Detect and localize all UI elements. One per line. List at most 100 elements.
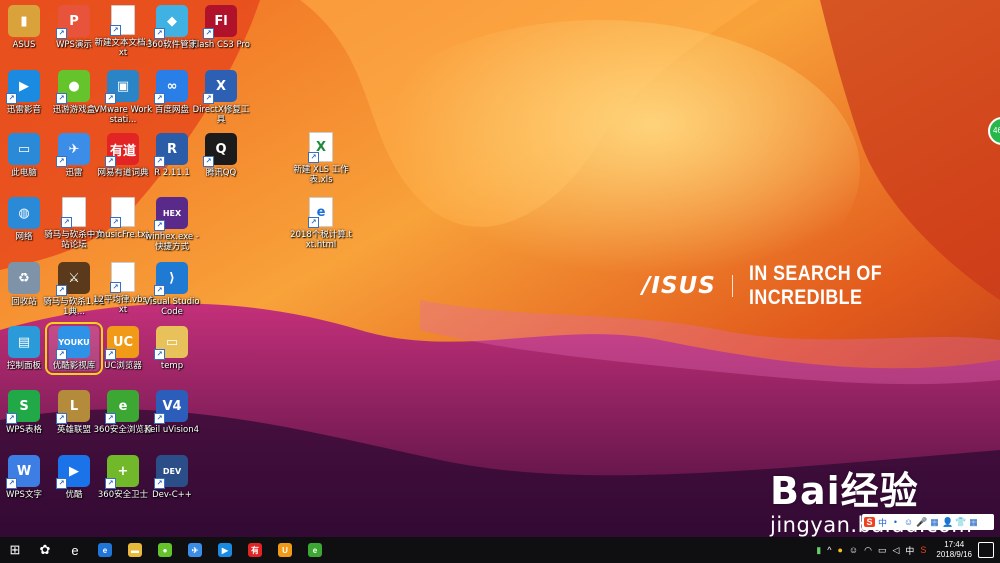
start-icon: ⊞	[9, 542, 21, 557]
xunlei-player-taskbar[interactable]: ▶	[210, 537, 240, 563]
desktop-icon[interactable]: ▤ 控制面板	[0, 326, 49, 371]
desktop-icon[interactable]: V4 ↗ Keil uVision4	[145, 390, 199, 435]
icon-glyph: ⟩	[169, 270, 175, 286]
app-icon: S ↗	[6, 390, 40, 424]
ime-indicator[interactable]: 中	[905, 544, 914, 557]
desktop-icon-label: DirectX修复工具	[192, 105, 250, 125]
ime-toolbar-icon[interactable]: 👕	[955, 517, 966, 528]
tray-app-icon[interactable]: ●	[837, 545, 842, 555]
icon-glyph: YOUKU	[58, 337, 90, 347]
app-icon: ▤	[8, 326, 40, 358]
icon-glyph: L	[69, 398, 79, 414]
icon-glyph: ◍	[18, 205, 30, 221]
edge-taskbar[interactable]: e	[90, 537, 120, 563]
ime-toolbar-icon[interactable]: ▦	[929, 517, 940, 528]
desktop-icon[interactable]: DEV ↗ Dev-C++	[147, 455, 197, 500]
icon-glyph: ▤	[17, 334, 31, 350]
taskbar-clock[interactable]: 17:44 2018/9/16	[936, 540, 972, 560]
system-tray: ▮ ^ ● ☺ ◠ ▭ ◁ 中 S 17:44 2018/9/16	[816, 537, 972, 563]
desktop-icon[interactable]: ↗ 骑马与砍杀中文站论坛	[44, 197, 104, 250]
icon-glyph: ▭	[165, 334, 179, 350]
ime-toolbar-icon[interactable]: 👤	[942, 517, 953, 528]
brand-divider	[731, 275, 733, 297]
app-icon: L ↗	[56, 390, 90, 424]
fan-app[interactable]: ✿	[30, 537, 60, 563]
desktop-icon-label: Flash CS3 Pro	[192, 40, 250, 50]
start-button[interactable]: ⊞	[0, 537, 30, 563]
action-center-icon[interactable]	[978, 542, 994, 558]
icon-glyph: ●	[68, 78, 80, 94]
shortcut-arrow-icon: ↗	[6, 478, 17, 489]
app-icon: ▭	[8, 133, 40, 165]
volume-icon[interactable]: ◁	[892, 545, 899, 556]
uc-icon: U	[278, 543, 292, 557]
watermark-logo: Bai经验	[770, 469, 919, 513]
ime-toolbar-icon[interactable]: 🎤	[916, 517, 927, 528]
app-icon: ◆ ↗	[154, 5, 188, 39]
desktop-icon[interactable]: W ↗ WPS文字	[0, 455, 49, 500]
explorer-taskbar[interactable]: ▬	[120, 537, 150, 563]
desktop-icon[interactable]: X ↗ DirectX修复工具	[193, 70, 249, 125]
shortcut-arrow-icon: ↗	[308, 152, 319, 163]
uc-taskbar[interactable]: U	[270, 537, 300, 563]
shortcut-arrow-icon: ↗	[154, 28, 165, 39]
desktop-icon[interactable]: ▭ 此电脑	[0, 133, 49, 178]
desktop-icon[interactable]: S ↗ WPS表格	[0, 390, 49, 435]
app-icon: X ↗	[308, 132, 333, 163]
app-icon: ▣ ↗	[105, 70, 139, 104]
ime-toolbar-icon[interactable]: ☺	[903, 517, 914, 527]
desktop-icon[interactable]: ▶ ↗ 迅雷影音	[0, 70, 49, 115]
desktop-icon[interactable]: ▭ ↗ temp	[147, 326, 197, 371]
sogou-ime-toolbar[interactable]: S 中 • ☺ 🎤 ▦ 👤 👕 ▦	[862, 514, 994, 530]
360-browser-taskbar[interactable]: e	[300, 537, 330, 563]
app-icon: Fl ↗	[203, 5, 237, 39]
desktop-icon[interactable]: Q ↗ 腾讯QQ	[196, 133, 246, 178]
xunlei-taskbar[interactable]: ✈	[180, 537, 210, 563]
desktop-icon-label: temp	[160, 361, 184, 371]
desktop-icon[interactable]: ♻ 回收站	[0, 262, 49, 307]
icon-glyph: Fl	[214, 13, 228, 29]
app-icon: ↗	[110, 5, 135, 36]
battery-icon[interactable]: ▮	[816, 545, 821, 556]
clock-time: 17:44	[944, 540, 965, 549]
desktop-icon[interactable]: ↗ 新建文本文档.txt	[94, 5, 152, 58]
icon-glyph: V4	[162, 398, 182, 414]
desktop-icon[interactable]: e ↗ 2018个税计算.txt.html	[290, 197, 352, 250]
icon-glyph: Q	[215, 141, 227, 157]
app-icon: ↗	[110, 197, 135, 228]
app-icon: e ↗	[308, 197, 333, 228]
ie-taskbar[interactable]: e	[60, 537, 90, 563]
desktop-icon[interactable]: ▣ ↗ VMware Workstati...	[94, 70, 152, 125]
sogou-tray-icon[interactable]: S	[920, 545, 926, 555]
shortcut-arrow-icon: ↗	[105, 413, 116, 424]
desktop-icon[interactable]: Fl ↗ Flash CS3 Pro	[192, 5, 250, 50]
youdao-taskbar[interactable]: 有	[240, 537, 270, 563]
network-icon[interactable]: ◠	[864, 545, 872, 556]
show-hidden-icons-icon[interactable]: ^	[827, 545, 831, 555]
icon-glyph: ⚔	[68, 270, 80, 286]
youdao-icon: 有	[248, 543, 262, 557]
desktop-icon[interactable]: X ↗ 新建 XLS 工作表.xls	[293, 132, 349, 185]
360-browser-icon: e	[308, 543, 322, 557]
shortcut-arrow-icon: ↗	[56, 478, 67, 489]
ime-toolbar-icon[interactable]: •	[890, 517, 901, 527]
shortcut-arrow-icon: ↗	[61, 217, 72, 228]
shortcut-arrow-icon: ↗	[56, 413, 67, 424]
app-icon: DEV ↗	[154, 455, 188, 489]
desktop-icon[interactable]: HEX ↗ winhex.exe - 快捷方式	[145, 197, 199, 252]
icon-glyph: P	[69, 13, 79, 29]
ime-toolbar-icon[interactable]: 中	[877, 516, 888, 529]
app-icon: ↗	[61, 197, 86, 228]
game-box-taskbar[interactable]: ●	[150, 537, 180, 563]
app-icon: ↗	[110, 262, 135, 293]
app-icon: 有道 ↗	[105, 133, 139, 167]
app-icon: ◍	[8, 197, 40, 229]
desktop-icon[interactable]: ◍ 网络	[0, 197, 49, 242]
desktop-icon[interactable]: ⟩ ↗ Visual Studio Code	[144, 262, 200, 317]
pen-icon[interactable]: ▭	[878, 545, 887, 556]
ime-toolbar-icon[interactable]: S	[864, 517, 875, 527]
desktop-icon[interactable]: ▮ ASUS	[0, 5, 49, 50]
tray-app2-icon[interactable]: ☺	[849, 545, 858, 555]
icon-glyph: ◆	[167, 13, 177, 29]
ime-toolbar-icon[interactable]: ▦	[968, 517, 979, 528]
